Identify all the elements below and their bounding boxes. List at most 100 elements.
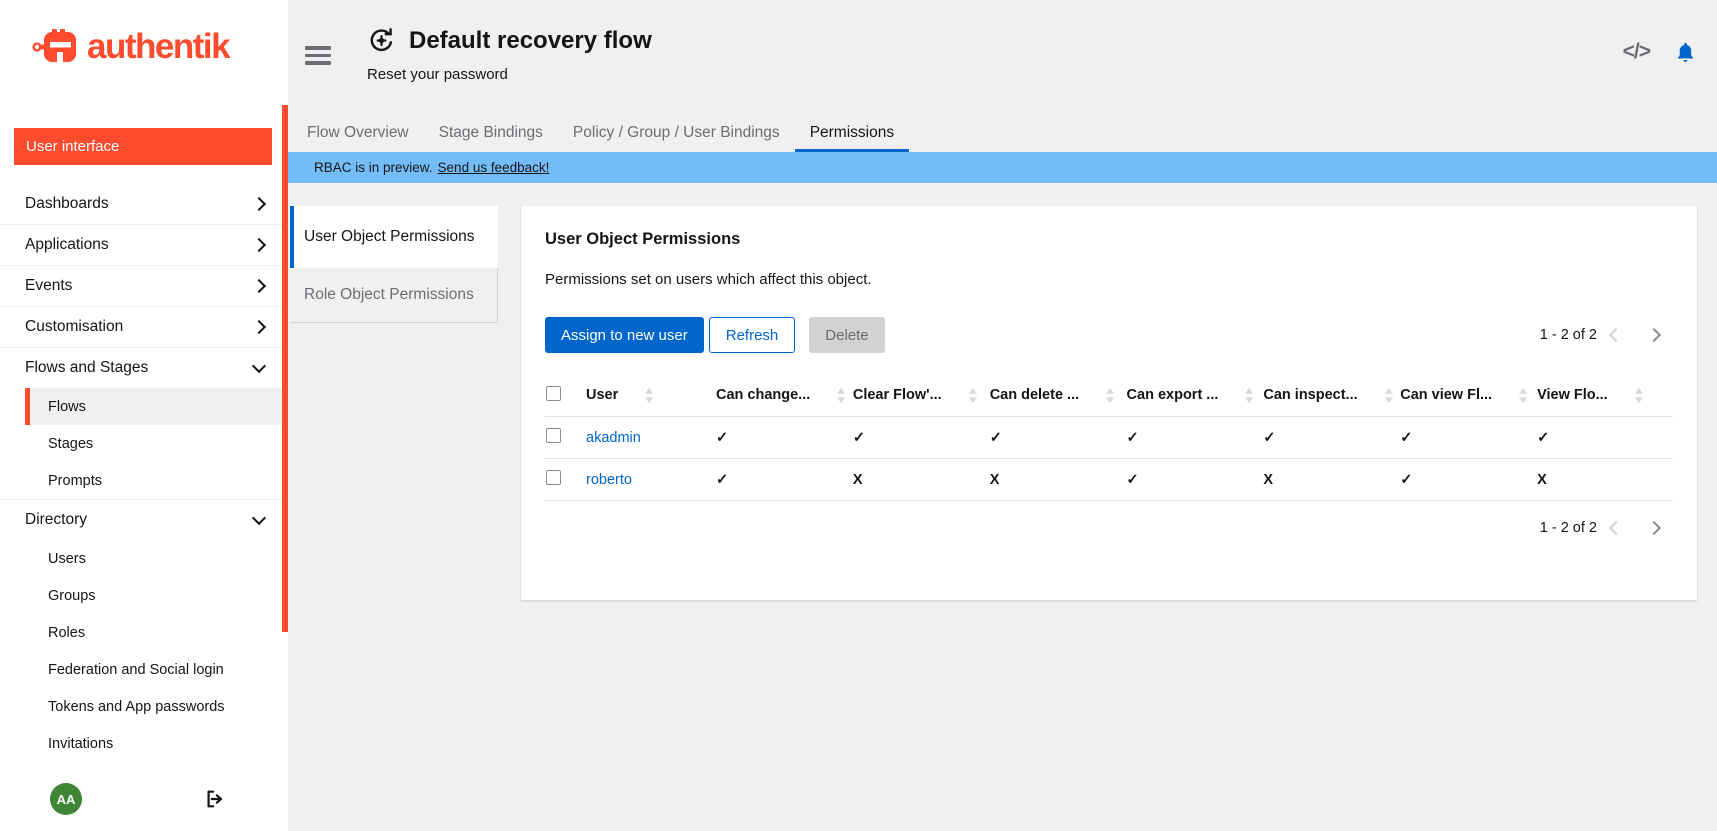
sidebar-item-roles[interactable]: Roles bbox=[25, 614, 288, 651]
preview-banner: RBAC is in preview. Send us feedback! bbox=[288, 152, 1717, 183]
column-header-can-export[interactable]: Can export ... bbox=[1126, 374, 1263, 417]
delete-button[interactable]: Delete bbox=[809, 317, 884, 353]
table-row: roberto✓XX✓X✓X bbox=[545, 459, 1673, 501]
page-subtitle: Reset your password bbox=[367, 66, 652, 83]
next-page-icon[interactable] bbox=[1635, 321, 1673, 349]
sidebar-item-customisation[interactable]: Customisation bbox=[0, 307, 288, 347]
side-tab-role-object-permissions[interactable]: Role Object Permissions bbox=[290, 268, 498, 323]
column-label: Clear Flow'... bbox=[853, 387, 942, 403]
sort-icon[interactable] bbox=[618, 387, 653, 403]
assign-to-new-user-button[interactable]: Assign to new user bbox=[545, 317, 704, 353]
sidebar-item-label: Applications bbox=[25, 236, 109, 254]
tab-permissions[interactable]: Permissions bbox=[795, 113, 909, 152]
feedback-link[interactable]: Send us feedback! bbox=[438, 160, 550, 175]
header-icons: </> bbox=[1623, 40, 1697, 64]
column-header-clear-flow[interactable]: Clear Flow'... bbox=[852, 374, 989, 417]
permission-cell: ✓ bbox=[1536, 417, 1673, 459]
permission-value: ✓ bbox=[1400, 430, 1412, 446]
sidebar-item-label: Directory bbox=[25, 511, 87, 529]
sort-icon[interactable] bbox=[1358, 387, 1393, 403]
permission-cell: ✓ bbox=[1399, 417, 1536, 459]
sidebar-item-groups[interactable]: Groups bbox=[25, 577, 288, 614]
sidebar-item-dashboards[interactable]: Dashboards bbox=[0, 184, 288, 224]
banner-text: RBAC is in preview. bbox=[314, 160, 433, 175]
permission-value: ✓ bbox=[1537, 430, 1549, 446]
avatar[interactable]: AA bbox=[50, 783, 82, 815]
refresh-button[interactable]: Refresh bbox=[709, 317, 796, 353]
prev-page-icon[interactable] bbox=[1597, 321, 1635, 349]
sidebar-item-stages[interactable]: Stages bbox=[25, 425, 288, 462]
sidebar-item-flows[interactable]: Flows bbox=[25, 388, 288, 425]
permission-value: ✓ bbox=[716, 430, 728, 446]
column-header-can-view-fl[interactable]: Can view Fl... bbox=[1399, 374, 1536, 417]
user-cell: akadmin bbox=[585, 417, 715, 459]
row-checkbox[interactable] bbox=[546, 428, 561, 443]
sidebar-scrollbar[interactable] bbox=[282, 105, 288, 632]
sidebar-item-prompts[interactable]: Prompts bbox=[25, 462, 288, 499]
tab-policy-group-user-bindings[interactable]: Policy / Group / User Bindings bbox=[558, 113, 795, 152]
sort-icon[interactable] bbox=[1218, 387, 1253, 403]
sidebar-item-tokens-and-app-passwords[interactable]: Tokens and App passwords bbox=[25, 688, 288, 725]
column-label: Can view Fl... bbox=[1400, 387, 1492, 403]
permission-cell: ✓ bbox=[989, 417, 1126, 459]
column-label: Can inspect... bbox=[1263, 387, 1357, 403]
next-page-icon[interactable] bbox=[1635, 514, 1673, 542]
card-description: Permissions set on users which affect th… bbox=[545, 271, 1673, 288]
permission-value: ✓ bbox=[853, 430, 865, 446]
permission-value: ✓ bbox=[1127, 472, 1139, 488]
sort-icon[interactable] bbox=[1608, 387, 1643, 403]
column-header-can-inspect[interactable]: Can inspect... bbox=[1262, 374, 1399, 417]
chevron-right-icon bbox=[252, 279, 266, 293]
sidebar-item-users[interactable]: Users bbox=[25, 540, 288, 577]
sidebar-item-federation-and-social-login[interactable]: Federation and Social login bbox=[25, 651, 288, 688]
tab-stage-bindings[interactable]: Stage Bindings bbox=[424, 113, 558, 152]
column-header-user[interactable]: User bbox=[585, 374, 715, 417]
table-body: akadmin✓✓✓✓✓✓✓roberto✓XX✓X✓X bbox=[545, 417, 1673, 501]
user-link[interactable]: akadmin bbox=[586, 430, 641, 446]
side-tab-user-object-permissions[interactable]: User Object Permissions bbox=[290, 206, 498, 268]
notifications-bell-icon[interactable] bbox=[1674, 41, 1697, 64]
sidebar-item-user-interface[interactable]: User interface bbox=[14, 128, 272, 165]
permissions-card: User Object Permissions Permissions set … bbox=[521, 206, 1697, 600]
sort-icon[interactable] bbox=[942, 387, 977, 403]
sort-icon[interactable] bbox=[810, 387, 845, 403]
column-header-can-change[interactable]: Can change... bbox=[715, 374, 852, 417]
permissions-table: UserCan change... Clear Flow'... Can delet… bbox=[545, 374, 1673, 501]
column-header-view-flo[interactable]: View Flo... bbox=[1536, 374, 1673, 417]
sidebar-item-applications[interactable]: Applications bbox=[0, 225, 288, 265]
authentik-logo-icon bbox=[32, 26, 78, 68]
sidebar-item-directory[interactable]: Directory bbox=[0, 500, 288, 540]
permission-cell: X bbox=[852, 459, 989, 501]
prev-page-icon[interactable] bbox=[1597, 514, 1635, 542]
sidebar-item-invitations[interactable]: Invitations bbox=[25, 725, 288, 762]
row-checkbox-cell bbox=[545, 417, 585, 459]
api-code-icon[interactable]: </> bbox=[1623, 40, 1650, 64]
sidebar-item-label: Dashboards bbox=[25, 195, 109, 213]
table-row: akadmin✓✓✓✓✓✓✓ bbox=[545, 417, 1673, 459]
permission-cell: X bbox=[1262, 459, 1399, 501]
sidebar-item-events[interactable]: Events bbox=[0, 266, 288, 306]
select-all-checkbox[interactable] bbox=[546, 386, 561, 401]
sort-icon[interactable] bbox=[1079, 387, 1114, 403]
sidebar-item-label: Flows and Stages bbox=[25, 359, 148, 377]
sort-icon[interactable] bbox=[1492, 387, 1527, 403]
row-checkbox[interactable] bbox=[546, 470, 561, 485]
permission-value: X bbox=[1537, 472, 1547, 488]
chevron-right-icon bbox=[252, 197, 266, 211]
column-label: Can delete ... bbox=[990, 387, 1079, 403]
logout-icon[interactable] bbox=[204, 788, 226, 810]
column-label: Can change... bbox=[716, 387, 810, 403]
column-header-can-delete[interactable]: Can delete ... bbox=[989, 374, 1126, 417]
sidebar-section: Flows and Stages FlowsStagesPrompts bbox=[0, 347, 288, 499]
menu-toggle-icon[interactable] bbox=[305, 46, 331, 113]
table-header-row: UserCan change... Clear Flow'... Can delet… bbox=[545, 374, 1673, 417]
main-area: Default recovery flow Reset your passwor… bbox=[288, 0, 1717, 831]
permission-cell: ✓ bbox=[1126, 417, 1263, 459]
user-link[interactable]: roberto bbox=[586, 472, 632, 488]
pagination-label: 1 - 2 of 2 bbox=[1540, 327, 1597, 343]
permission-value: ✓ bbox=[1127, 430, 1139, 446]
tab-flow-overview[interactable]: Flow Overview bbox=[292, 113, 424, 152]
sidebar-section: Directory UsersGroupsRolesFederation and … bbox=[0, 499, 288, 762]
sidebar-item-label: Events bbox=[25, 277, 72, 295]
sidebar-item-flows-and-stages[interactable]: Flows and Stages bbox=[0, 348, 288, 388]
